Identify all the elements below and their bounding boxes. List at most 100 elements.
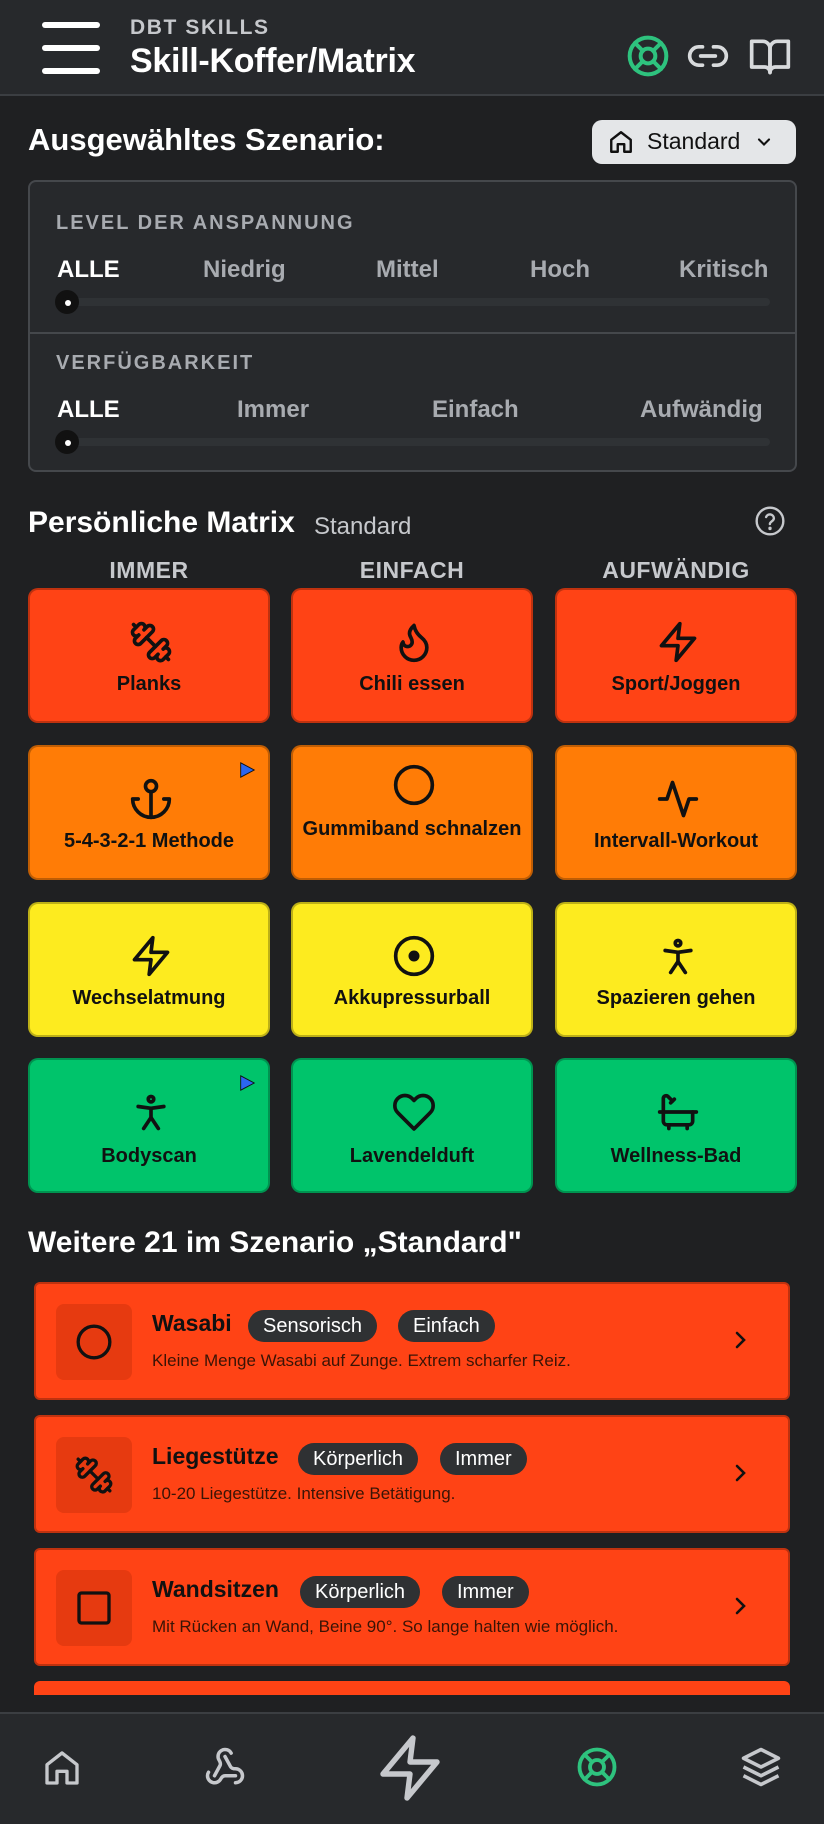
webhook-icon[interactable] <box>204 1746 246 1788</box>
link-icon[interactable] <box>686 34 730 78</box>
dumbbell-icon <box>75 1456 113 1494</box>
tag-category: Körperlich <box>300 1576 421 1608</box>
matrix-title: Persönliche Matrix <box>28 506 295 539</box>
matrix-subtitle: Standard <box>314 513 412 540</box>
book-icon[interactable] <box>748 34 792 78</box>
scenario-selected: Standard <box>647 128 741 154</box>
tile-label: Sport/Joggen <box>611 673 741 695</box>
list-item-icon-box <box>56 1570 132 1646</box>
matrix-tile-akkupressurball[interactable]: Akkupressurball <box>291 902 533 1037</box>
layers-icon[interactable] <box>740 1746 782 1788</box>
circle-icon <box>76 1324 112 1360</box>
chevron-right-icon <box>735 1331 746 1349</box>
matrix-tile-spazieren-gehen[interactable]: Spazieren gehen <box>555 902 797 1037</box>
availability-slider-thumb[interactable] <box>55 430 79 454</box>
tag-availability: Einfach <box>398 1310 495 1342</box>
availability-option-aufwaendig[interactable]: Aufwändig <box>640 396 763 424</box>
list-item-name: Liegestütze <box>152 1443 279 1469</box>
bath-icon <box>657 1093 699 1131</box>
column-header-immer: IMMER <box>109 557 189 583</box>
matrix-tile-sport-joggen[interactable]: Sport/Joggen <box>555 588 797 723</box>
heart-icon <box>393 1093 435 1131</box>
page-title: Skill-Koffer/Matrix <box>130 42 416 80</box>
tile-label: Lavendelduft <box>349 1145 475 1167</box>
availability-option-alle[interactable]: ALLE <box>57 396 120 424</box>
list-item-name: Wasabi <box>152 1310 232 1336</box>
availability-slider-track[interactable] <box>60 438 770 446</box>
tile-label: Spazieren gehen <box>596 987 756 1009</box>
zap-icon <box>659 621 697 663</box>
availability-option-immer[interactable]: Immer <box>237 396 309 424</box>
tension-option-hoch[interactable]: Hoch <box>530 256 590 284</box>
square-icon <box>77 1591 111 1625</box>
tension-option-mittel[interactable]: Mittel <box>376 256 439 284</box>
target-icon <box>393 935 435 977</box>
tension-slider-track[interactable] <box>60 298 770 306</box>
home-icon[interactable] <box>42 1748 82 1788</box>
chevron-right-icon <box>735 1597 746 1615</box>
tag-availability: Immer <box>442 1576 529 1608</box>
matrix-tile-intervall-workout[interactable]: Intervall-Workout <box>555 745 797 880</box>
tile-label: Intervall-Workout <box>593 830 759 852</box>
list-item-wandsitzen[interactable]: Wandsitzen Körperlich Immer Mit Rücken a… <box>34 1548 790 1666</box>
list-item-description: Mit Rücken an Wand, Beine 90°. So lange … <box>152 1617 619 1636</box>
chevron-down-icon <box>757 138 771 146</box>
help-icon[interactable] <box>754 505 786 537</box>
play-icon <box>240 762 256 778</box>
person-icon <box>663 938 693 975</box>
scenario-dropdown[interactable]: Standard <box>592 120 796 164</box>
matrix-tile-wellness-bad[interactable]: Wellness-Bad <box>555 1058 797 1193</box>
tile-label: Bodyscan <box>101 1145 197 1167</box>
dumbbell-icon <box>130 621 172 663</box>
list-item-name: Wandsitzen <box>152 1576 279 1602</box>
play-icon <box>240 1075 256 1091</box>
tension-option-kritisch[interactable]: Kritisch <box>679 256 768 284</box>
scenario-label: Ausgewähltes Szenario: <box>28 122 385 157</box>
matrix-tile-gummiband-schnalzen[interactable]: Gummiband schnalzen <box>291 745 533 880</box>
tag-category: Sensorisch <box>248 1310 377 1342</box>
column-header-einfach: EINFACH <box>359 557 465 583</box>
app-header: DBT SKILLS Skill-Koffer/Matrix <box>0 0 824 96</box>
more-section-title: Weitere 21 im Szenario „Standard" <box>28 1226 522 1259</box>
menu-icon[interactable] <box>42 22 100 74</box>
filter-panel: LEVEL DER ANSPANNUNG ALLE Niedrig Mittel… <box>28 180 797 472</box>
tension-filter-title: LEVEL DER ANSPANNUNG <box>56 212 355 234</box>
lifebuoy-icon[interactable] <box>576 1746 618 1788</box>
list-item-icon-box <box>56 1437 132 1513</box>
activity-icon <box>657 780 699 818</box>
availability-filter-title: VERFÜGBARKEIT <box>56 352 255 374</box>
filter-divider <box>30 332 795 334</box>
tag-category: Körperlich <box>298 1443 419 1475</box>
matrix-tile-bodyscan[interactable]: Bodyscan <box>28 1058 270 1193</box>
circle-icon <box>393 764 435 806</box>
column-header-aufwaendig: AUFWÄNDIG <box>602 557 750 583</box>
tension-option-niedrig[interactable]: Niedrig <box>203 256 286 284</box>
list-item-wasabi[interactable]: Wasabi Sensorisch Einfach Kleine Menge W… <box>34 1282 790 1400</box>
app-kicker: DBT SKILLS <box>130 16 270 39</box>
matrix-tile-chili-essen[interactable]: Chili essen <box>291 588 533 723</box>
matrix-tile-5-4-3-2-1-methode[interactable]: 5-4-3-2-1 Methode <box>28 745 270 880</box>
tile-label: 5-4-3-2-1 Methode <box>63 830 235 852</box>
list-item-icon-box <box>56 1304 132 1380</box>
matrix-tile-wechselatmung[interactable]: Wechselatmung <box>28 902 270 1037</box>
matrix-tile-lavendelduft[interactable]: Lavendelduft <box>291 1058 533 1193</box>
matrix-tile-planks[interactable]: Planks <box>28 588 270 723</box>
flame-icon <box>399 623 429 663</box>
home-icon <box>610 131 632 153</box>
tag-availability: Immer <box>440 1443 527 1475</box>
list-item-liegestuetze[interactable]: Liegestütze Körperlich Immer 10-20 Liege… <box>34 1415 790 1533</box>
tension-option-alle[interactable]: ALLE <box>57 256 120 284</box>
zap-icon[interactable] <box>374 1732 446 1804</box>
chevron-right-icon <box>735 1464 746 1482</box>
tile-label: Planks <box>116 673 182 695</box>
availability-option-einfach[interactable]: Einfach <box>432 396 519 424</box>
tile-label: Akkupressurball <box>333 987 491 1009</box>
list-item-partial[interactable] <box>34 1681 790 1695</box>
person-icon <box>136 1094 166 1131</box>
tile-label: Gummiband schnalzen <box>302 818 522 840</box>
zap-icon <box>132 935 170 977</box>
lifebuoy-icon[interactable] <box>626 34 670 78</box>
tension-slider-thumb[interactable] <box>55 290 79 314</box>
tile-label: Wellness-Bad <box>610 1145 742 1167</box>
list-item-description: Kleine Menge Wasabi auf Zunge. Extrem sc… <box>152 1351 571 1370</box>
